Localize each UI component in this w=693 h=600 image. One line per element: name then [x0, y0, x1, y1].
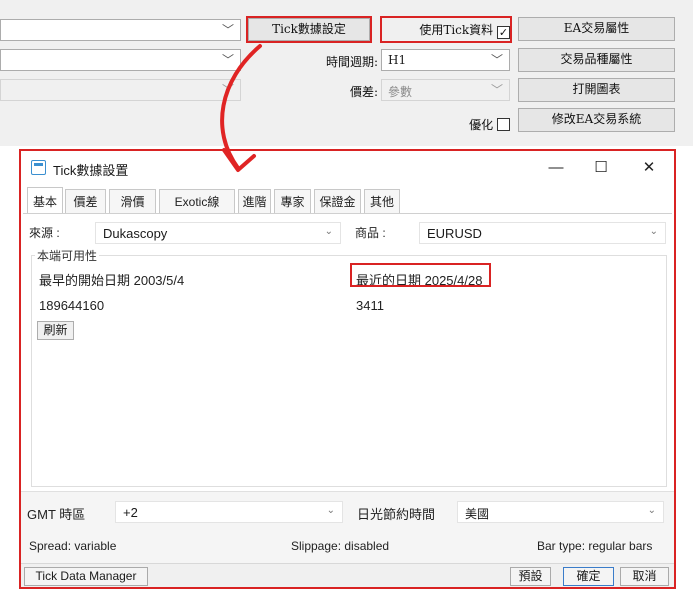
chevron-down-icon: ⌄ — [647, 505, 656, 516]
modify-ea-button[interactable]: 修改EA交易系統 — [518, 108, 675, 132]
period-select[interactable]: H1 ﹀ — [381, 49, 510, 71]
chevron-down-icon: ⌄ — [324, 226, 333, 237]
dst-select[interactable]: 美國 ⌄ — [457, 501, 664, 523]
period-label: 時間週期: — [325, 55, 378, 69]
highlight-box — [380, 16, 512, 43]
tick-data-manager-button[interactable]: Tick Data Manager — [24, 567, 148, 586]
spread-label: 價差: — [349, 85, 378, 99]
dialog-title: Tick數據設置 — [53, 163, 129, 178]
tab-exotic[interactable]: Exotic線 — [159, 189, 235, 214]
symbol-select[interactable]: EURUSD ⌄ — [419, 222, 666, 244]
gmt-value: +2 — [123, 505, 138, 520]
optimize-option[interactable]: 優化 — [420, 116, 510, 133]
refresh-button[interactable]: 刷新 — [37, 321, 74, 340]
symbol-combo[interactable]: ﹀ — [0, 49, 241, 71]
chevron-down-icon: ⌄ — [326, 505, 335, 516]
tab-spread[interactable]: 價差 — [65, 189, 106, 214]
tick-count-left: 189644160 — [39, 298, 105, 313]
dialog-titlebar[interactable]: Tick數據設置 — ☐ ✕ — [21, 151, 674, 185]
cancel-button[interactable]: 取消 — [620, 567, 669, 586]
chevron-down-icon: ⌄ — [649, 226, 658, 237]
dst-label: 日光節約時間 — [357, 507, 436, 522]
tick-data-settings-dialog: Tick數據設置 — ☐ ✕ 基本 價差 滑價 Exotic線 進階 專家 保證… — [19, 149, 676, 589]
app-window-icon — [31, 160, 46, 175]
symbol-value: EURUSD — [427, 226, 482, 241]
summary-row: Spread: variable Slippage: disabled Bar … — [21, 531, 674, 563]
highlight-box — [246, 16, 372, 43]
open-chart-button[interactable]: 打開圖表 — [518, 78, 675, 102]
strategy-tester-settings: ﹀ Tick數據設定 使用Tick資料 ✓ EA交易屬性 ﹀ 時間週期: H1 … — [0, 0, 693, 146]
timezone-row: GMT 時區 +2 ⌄ 日光節約時間 美國 ⌄ — [21, 491, 674, 531]
source-value: Dukascopy — [103, 226, 168, 241]
annotation-arrow-icon — [220, 44, 262, 172]
minimize-icon[interactable]: — — [536, 155, 576, 181]
gmt-label: GMT 時區 — [27, 507, 86, 522]
spread-value: 參數 — [388, 85, 413, 99]
tab-expert[interactable]: 專家 — [274, 189, 311, 214]
spread-select: 參數 ﹀ — [381, 79, 510, 101]
chevron-down-icon: ﹀ — [221, 23, 234, 37]
bartype-status: Bar type: regular bars — [537, 539, 653, 553]
tab-advanced[interactable]: 進階 — [238, 189, 271, 214]
gmt-select[interactable]: +2 ⌄ — [115, 501, 343, 523]
spread-status: Spread: variable — [29, 539, 117, 553]
ea-trade-properties-button[interactable]: EA交易屬性 — [518, 17, 675, 41]
earliest-start-date: 最早的開始日期 2003/5/4 — [39, 273, 185, 288]
highlight-box — [350, 263, 491, 287]
symbol-label: 商品 : — [355, 226, 386, 240]
date-combo: ﹀ — [0, 79, 241, 101]
chevron-down-icon: ﹀ — [490, 83, 503, 97]
availability-group — [31, 255, 667, 487]
source-select[interactable]: Dukascopy ⌄ — [95, 222, 341, 244]
source-label: 來源 : — [29, 226, 60, 240]
tab-basic[interactable]: 基本 — [27, 187, 63, 214]
dialog-status-bar: Tick Data Manager 預設 確定 取消 — [21, 563, 674, 587]
tab-slippage[interactable]: 滑價 — [109, 189, 156, 214]
basic-tab-panel: 來源 : Dukascopy ⌄ 商品 : EURUSD ⌄ 本端可用性 最早的… — [23, 213, 672, 487]
chevron-down-icon: ﹀ — [490, 53, 503, 67]
preset-button[interactable]: 預設 — [510, 567, 551, 586]
maximize-icon[interactable]: ☐ — [581, 155, 621, 181]
ok-button[interactable]: 確定 — [563, 567, 614, 586]
slippage-status: Slippage: disabled — [291, 539, 390, 553]
period-value: H1 — [388, 53, 407, 67]
expert-combo[interactable]: ﹀ — [0, 19, 241, 41]
tick-count-right: 3411 — [356, 298, 384, 313]
optimize-checkbox[interactable] — [497, 118, 510, 131]
symbol-properties-button[interactable]: 交易品種屬性 — [518, 48, 675, 72]
tab-margin[interactable]: 保證金 — [314, 189, 361, 214]
dst-value: 美國 — [465, 507, 490, 521]
optimize-label: 優化 — [469, 118, 494, 132]
tab-other[interactable]: 其他 — [364, 189, 400, 214]
close-icon[interactable]: ✕ — [629, 155, 669, 181]
availability-title: 本端可用性 — [35, 247, 100, 264]
